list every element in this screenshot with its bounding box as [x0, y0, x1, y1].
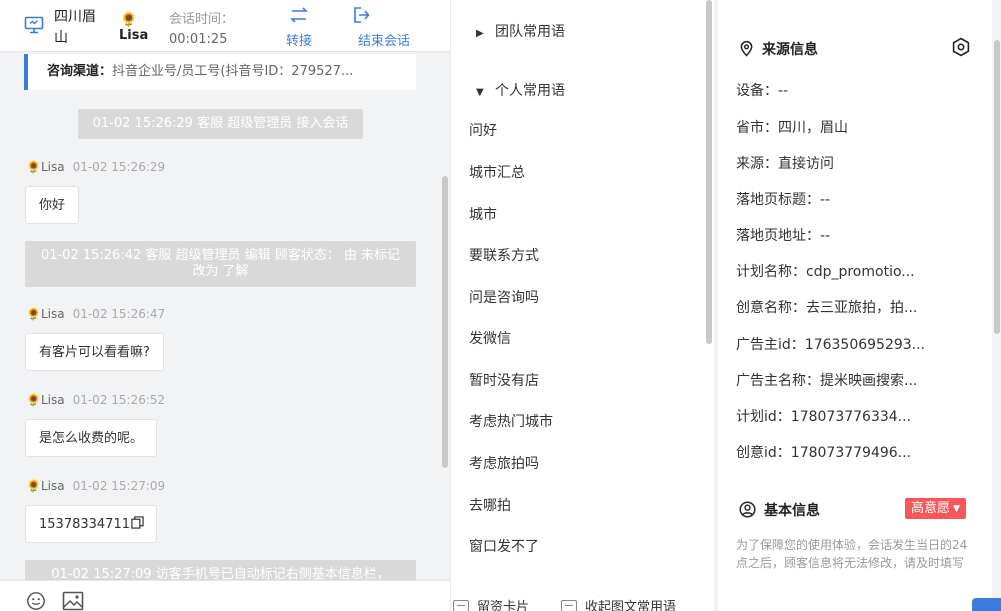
user-circle-icon — [739, 501, 756, 518]
visitor-name: Lisa — [119, 28, 149, 43]
transfer-icon — [290, 7, 308, 23]
sunflower-avatar-icon: 🌻 — [120, 12, 138, 28]
visitor-location: 四川眉山 — [54, 9, 96, 46]
location-pin-icon — [740, 40, 753, 57]
lead-card-button[interactable]: 留资卡片 — [453, 596, 529, 611]
settings-hexagon-icon[interactable] — [951, 37, 971, 57]
chat-header: 四川眉山 🌻 Lisa 会话时间： 00:01:25 转接 结束会话 — [0, 0, 450, 52]
caret-down-icon: ▼ — [476, 87, 484, 98]
intent-level-dropdown[interactable]: 高意愿 ▼ — [905, 498, 966, 519]
message-meta: 🌻Lisa 01-02 15:27:09 — [26, 479, 166, 493]
sunflower-avatar-icon: 🌻 — [26, 479, 41, 493]
edit-deadline-notice: 为了保障您的使用体验，会话发生当日的24点之后，顾客信息将无法修改，请及时填写 — [736, 538, 968, 570]
info-scrollbar[interactable] — [994, 40, 1000, 334]
info-row-device: 设备：-- — [736, 83, 789, 99]
phrase-item[interactable]: 问是咨询吗 — [469, 287, 539, 307]
chat-bubble: 是怎么收费的呢。 — [25, 419, 158, 457]
monitor-icon — [24, 16, 44, 34]
info-row-province: 省市：四川，眉山 — [736, 120, 848, 136]
visitor-info-panel: 来源信息 设备：-- 省市：四川，眉山 来源：直接访问 落地页标题：-- 落地页… — [718, 0, 992, 611]
end-session-button[interactable]: 结束会话 — [352, 6, 416, 49]
info-row-landing-url: 落地页地址：-- — [736, 228, 831, 244]
info-row-advertiser-name: 广告主名称：提米映画搜索... — [736, 373, 918, 389]
collapse-phrases-button[interactable]: 收起图文常用语 — [561, 596, 676, 611]
team-phrases-toggle[interactable]: ▶ 团队常用语 — [476, 21, 565, 41]
phrase-item[interactable]: 考虑旅拍吗 — [469, 453, 539, 473]
chat-scrollbar[interactable] — [442, 176, 448, 468]
phone-number: 15378334711 — [39, 517, 130, 532]
info-row-plan-id: 计划id：178073776334... — [736, 409, 912, 425]
channel-value: 抖音企业号/员工号(抖音号ID：279527... — [112, 64, 354, 79]
source-info-title: 来源信息 — [739, 39, 818, 59]
basic-info-title: 基本信息 — [739, 500, 820, 520]
logout-icon — [354, 7, 370, 23]
info-row-landing-title: 落地页标题：-- — [736, 192, 831, 208]
phrases-footer: 留资卡片 收起图文常用语 — [451, 590, 715, 611]
session-time-label: 会话时间： — [169, 12, 235, 27]
phrase-item[interactable]: 考虑热门城市 — [469, 411, 553, 431]
card-icon — [561, 600, 577, 611]
phrase-item[interactable]: 暂时没有店 — [469, 370, 539, 390]
phrase-item[interactable]: 发微信 — [469, 328, 511, 348]
chat-bubble-phone: 15378334711 — [25, 505, 157, 543]
transfer-button[interactable]: 转接 — [280, 6, 318, 49]
phrase-item[interactable]: 去哪拍 — [469, 495, 511, 515]
phrase-item[interactable]: 窗口发不了 — [469, 536, 539, 556]
system-message: 01-02 15:26:42 客服 超级管理员 编辑 顾客状态： 由 未标记 改… — [25, 241, 416, 287]
chat-toolbar — [0, 580, 450, 611]
phrase-item[interactable]: 城市汇总 — [469, 162, 525, 182]
message-meta: 🌻Lisa 01-02 15:26:47 — [26, 307, 166, 321]
phrase-item[interactable]: 城市 — [469, 204, 497, 224]
info-row-advertiser-id: 广告主id：176350695293... — [736, 337, 926, 353]
personal-phrases-toggle[interactable]: ▼ 个人常用语 — [476, 80, 565, 100]
info-row-creative-id: 创意id：178073779496... — [736, 445, 912, 461]
phrase-item[interactable]: 问好 — [469, 120, 497, 140]
phrase-item[interactable]: 要联系方式 — [469, 245, 539, 265]
message-meta: 🌻Lisa 01-02 15:26:52 — [26, 393, 166, 407]
caret-right-icon: ▶ — [476, 28, 484, 39]
info-row-plan-name: 计划名称：cdp_promotio... — [736, 264, 915, 280]
transfer-label: 转接 — [285, 34, 312, 49]
message-meta: 🌻Lisa 01-02 15:26:29 — [26, 160, 166, 174]
sunflower-avatar-icon: 🌻 — [26, 307, 41, 321]
floating-action-button[interactable] — [972, 598, 1001, 611]
info-row-source: 来源：直接访问 — [736, 156, 834, 172]
channel-label: 咨询渠道： — [47, 64, 113, 79]
card-icon — [453, 600, 469, 611]
sunflower-avatar-icon: 🌻 — [26, 393, 41, 407]
chat-bubble: 有客片可以看看嘛? — [25, 333, 164, 371]
info-row-creative-name: 创意名称：去三亚旅拍，拍... — [736, 300, 918, 316]
session-time-value: 00:01:25 — [169, 32, 228, 47]
copy-icon[interactable] — [131, 516, 144, 529]
phrases-scrollbar[interactable] — [706, 0, 712, 344]
consult-channel-bar: 咨询渠道：抖音企业号/员工号(抖音号ID：279527... — [24, 54, 416, 90]
image-icon[interactable] — [62, 591, 84, 611]
caret-down-icon: ▼ — [953, 504, 960, 514]
chat-bubble: 你好 — [25, 186, 80, 224]
common-phrases-panel: ▶ 团队常用语 ▼ 个人常用语 问好 城市汇总 城市 要联系方式 问是咨询吗 发微信… — [450, 0, 714, 611]
chat-panel: 四川眉山 🌻 Lisa 会话时间： 00:01:25 转接 结束会话 咨询渠道：… — [0, 0, 450, 611]
system-message: 01-02 15:26:29 客服 超级管理员 接入会话 — [78, 109, 363, 139]
emoji-icon[interactable] — [25, 591, 47, 611]
end-session-label: 结束会话 — [357, 34, 410, 49]
sunflower-avatar-icon: 🌻 — [26, 160, 41, 174]
